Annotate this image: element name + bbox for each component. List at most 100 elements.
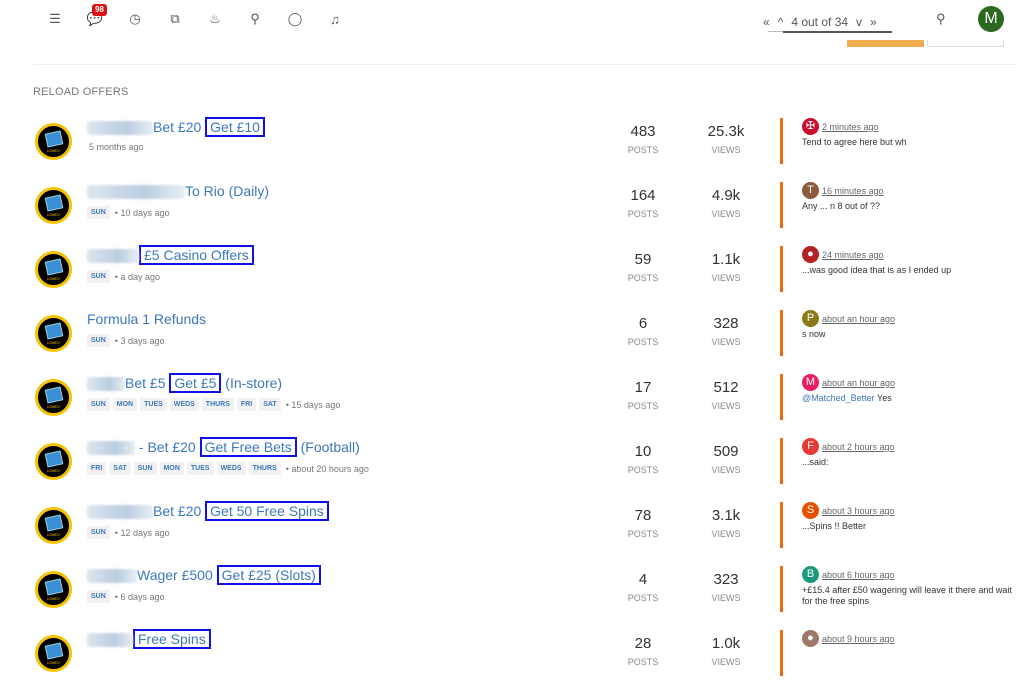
- category-avatar[interactable]: ICMEV: [35, 251, 72, 288]
- highlighted-title-text: Get Free Bets: [199, 437, 297, 457]
- topic-meta: SUN • 12 days ago: [87, 526, 169, 539]
- poster-avatar[interactable]: ●: [802, 246, 819, 263]
- topic-meta: SUN • 10 days ago: [87, 206, 169, 219]
- highlighted-title-text: Get 50 Free Spins: [205, 501, 329, 521]
- posts-count: 10 POSTS: [627, 443, 659, 475]
- tag[interactable]: SUN: [87, 334, 110, 347]
- poster-avatar[interactable]: T: [802, 182, 819, 199]
- tag[interactable]: SUN: [87, 270, 110, 283]
- poster-avatar[interactable]: M: [802, 374, 819, 391]
- bell-icon[interactable]: ♫: [326, 10, 344, 28]
- topic-title[interactable]: To Rio (Daily): [87, 183, 269, 200]
- title-text: Bet £5: [125, 375, 170, 391]
- posts-count: 28 POSTS: [627, 635, 659, 667]
- topic-title[interactable]: Bet £20 Get 50 Free Spins: [87, 501, 329, 521]
- tag[interactable]: SUN: [133, 462, 157, 475]
- last-post: Fabout 2 hours ago ...said:: [780, 438, 1024, 484]
- tag[interactable]: SUN: [87, 526, 110, 539]
- popular-fire-icon[interactable]: ♨: [206, 10, 224, 28]
- last-post-excerpt: ...was good idea that is as I ended up: [802, 265, 952, 275]
- posts-count: 483 POSTS: [627, 123, 659, 155]
- tag[interactable]: TUES: [140, 398, 167, 411]
- prev-page-icon[interactable]: ^: [778, 15, 784, 29]
- last-post-time[interactable]: about 3 hours ago: [822, 506, 895, 516]
- tag[interactable]: FRI: [236, 398, 257, 411]
- last-post-time[interactable]: 16 minutes ago: [822, 186, 884, 196]
- topic-title[interactable]: £5 Casino Offers: [87, 245, 254, 265]
- orange-tab[interactable]: [847, 40, 924, 47]
- last-post-excerpt: Tend to agree here but wh: [802, 137, 907, 147]
- views-count: 3.1k VIEWS: [711, 507, 741, 539]
- category-avatar[interactable]: ICMEV: [35, 379, 72, 416]
- last-post-excerpt: ...said:: [802, 457, 829, 467]
- next-page-icon[interactable]: v: [856, 15, 862, 29]
- last-page-icon[interactable]: »: [870, 15, 877, 29]
- search-icon[interactable]: ⚲: [936, 11, 946, 27]
- category-avatar[interactable]: ICMEV: [35, 123, 72, 160]
- redacted-text: [87, 377, 125, 392]
- topic-title[interactable]: Free Spins: [87, 629, 211, 649]
- topic-title[interactable]: Wager £500 Get £25 (Slots): [87, 565, 321, 585]
- recent-clock-icon[interactable]: ◷: [126, 10, 144, 28]
- redacted-text: [87, 121, 153, 136]
- tag[interactable]: TUES: [186, 462, 214, 475]
- tag[interactable]: FRI: [87, 462, 107, 475]
- comment-icon[interactable]: ◯: [286, 10, 304, 28]
- tag[interactable]: WEDS: [216, 462, 246, 475]
- tag[interactable]: SAT: [259, 398, 281, 411]
- redacted-text: [87, 249, 139, 264]
- topic-row: ICMEV Formula 1 Refunds SUN • 3 days ago 6 PO…: [0, 310, 1024, 379]
- topic-meta: SUN • 6 days ago: [87, 590, 164, 603]
- tag[interactable]: WEDS: [169, 398, 199, 411]
- category-avatar[interactable]: ICMEV: [35, 507, 72, 544]
- posts-count: 6 POSTS: [627, 315, 659, 347]
- topic-row: ICMEV £5 Casino Offers SUN • a day ago 59 POS…: [0, 245, 1024, 315]
- chat-icon[interactable]: 💬 98: [86, 4, 107, 28]
- title-text: Formula 1 Refunds: [87, 311, 207, 327]
- poster-avatar[interactable]: S: [802, 502, 819, 519]
- category-avatar[interactable]: ICMEV: [35, 315, 72, 352]
- white-tab[interactable]: [927, 40, 1004, 47]
- search-icon[interactable]: ⚲: [246, 10, 264, 28]
- last-post: ● about 9 hours ago: [780, 630, 1024, 676]
- last-post-time[interactable]: 24 minutes ago: [822, 250, 884, 260]
- tag[interactable]: MON: [159, 462, 184, 475]
- topic-title[interactable]: Bet £5 Get £5 (In-store): [87, 373, 282, 393]
- poster-avatar[interactable]: ●: [802, 630, 819, 647]
- poster-avatar[interactable]: F: [802, 438, 819, 455]
- topic-title[interactable]: - Bet £20 Get Free Bets (Football): [87, 437, 360, 457]
- last-post-excerpt: s now: [802, 329, 826, 339]
- last-post-time[interactable]: about 2 hours ago: [822, 442, 895, 452]
- tag[interactable]: SUN: [87, 590, 110, 603]
- poster-avatar[interactable]: ✠: [802, 118, 819, 135]
- last-post-time[interactable]: about an hour ago: [822, 314, 895, 324]
- page-indicator[interactable]: 4 out of 34: [791, 15, 848, 29]
- tag[interactable]: SUN: [87, 398, 110, 411]
- user-avatar[interactable]: M: [978, 6, 1004, 32]
- poster-avatar[interactable]: B: [802, 566, 819, 583]
- tag[interactable]: SUN: [87, 206, 110, 219]
- poster-avatar[interactable]: P: [802, 310, 819, 327]
- last-post-time[interactable]: about 6 hours ago: [822, 570, 895, 580]
- category-title: RELOAD OFFERS: [33, 86, 129, 98]
- tag[interactable]: THURS: [201, 398, 234, 411]
- last-post: Mabout an hour ago @Matched_Better Yes: [780, 374, 1024, 420]
- tag[interactable]: MON: [112, 398, 138, 411]
- last-post-excerpt: ...Spins !! Better: [802, 521, 867, 531]
- category-avatar[interactable]: ICMEV: [35, 571, 72, 608]
- unread-list-icon[interactable]: ☰: [46, 10, 64, 28]
- topic-time: 5 months ago: [89, 142, 144, 152]
- topic-meta: SUN MON TUES WEDS THURS FRI SAT • 15 days ago: [87, 398, 340, 411]
- first-page-icon[interactable]: «: [763, 15, 770, 29]
- tag[interactable]: THURS: [248, 462, 281, 475]
- topic-title[interactable]: Bet £20 Get £10: [87, 117, 265, 137]
- mention-link[interactable]: @Matched_Better: [802, 393, 875, 403]
- topic-title[interactable]: Formula 1 Refunds: [87, 311, 206, 327]
- last-post-time[interactable]: 2 minutes ago: [822, 122, 879, 132]
- category-avatar[interactable]: ICMEV: [35, 187, 72, 224]
- last-post-time[interactable]: about an hour ago: [822, 378, 895, 388]
- tags-icon[interactable]: ⧉: [166, 10, 184, 28]
- tag[interactable]: SAT: [109, 462, 131, 475]
- last-post-time[interactable]: about 9 hours ago: [822, 634, 895, 644]
- category-avatar[interactable]: ICMEV: [35, 443, 72, 480]
